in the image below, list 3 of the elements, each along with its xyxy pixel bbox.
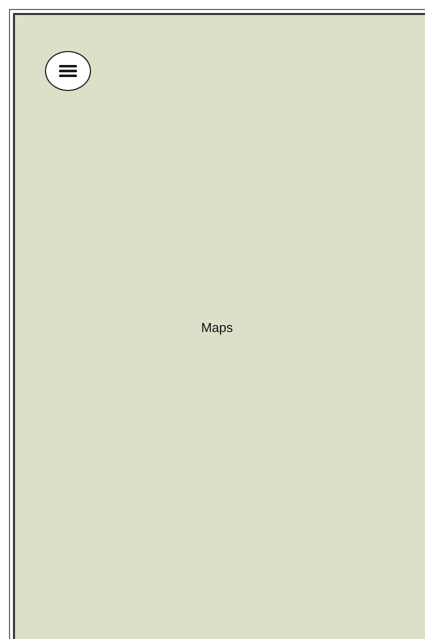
map-label: Maps (201, 320, 233, 336)
menu-button[interactable] (45, 51, 91, 91)
menu-icon (59, 65, 77, 77)
